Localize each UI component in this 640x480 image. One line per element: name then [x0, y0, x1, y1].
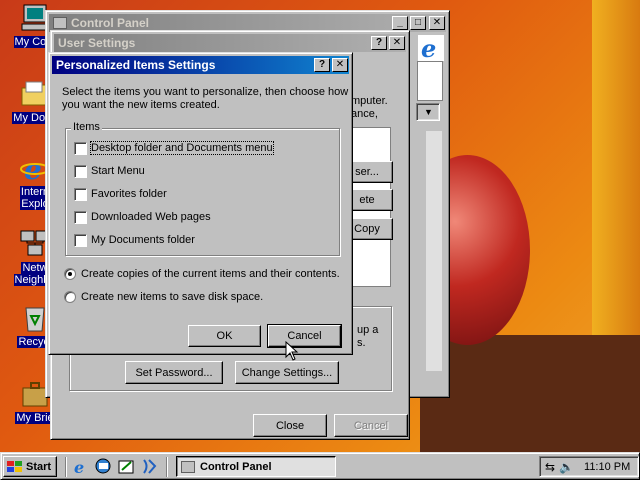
- change-settings-button[interactable]: Change Settings...: [235, 361, 339, 384]
- chevron-down-icon: ▼: [424, 107, 433, 117]
- start-label: Start: [26, 460, 52, 473]
- scrollbar[interactable]: [426, 131, 442, 371]
- checkbox-downloaded-web-pages[interactable]: [74, 211, 87, 224]
- user-settings-text: s.: [357, 337, 366, 349]
- quicklaunch-ie-icon[interactable]: e: [73, 458, 90, 477]
- button-label: ete: [359, 194, 375, 206]
- dropdown-arrow-button[interactable]: ▼: [416, 103, 440, 121]
- desktop-icon-label: My Brie: [15, 412, 55, 424]
- svg-text:e: e: [421, 35, 436, 61]
- user-settings-text: mputer.: [351, 95, 388, 107]
- tray-app-icon[interactable]: ⇆: [545, 460, 555, 474]
- help-button[interactable]: ?: [371, 36, 387, 50]
- dialog-title: Personalized Items Settings: [56, 58, 216, 72]
- cancel-button[interactable]: Cancel: [267, 324, 342, 348]
- close-icon: ✕: [392, 37, 402, 48]
- maximize-icon: □: [414, 17, 422, 28]
- minimize-button[interactable]: _: [392, 16, 408, 30]
- radio-create-copies[interactable]: [64, 268, 76, 280]
- dialog-instructions: Select the items you want to personalize…: [62, 86, 349, 98]
- close-icon: ✕: [432, 17, 442, 28]
- taskbar-button-label: Control Panel: [200, 460, 272, 473]
- close-icon: ✕: [335, 59, 345, 70]
- radio-label: Create copies of the current items and t…: [81, 268, 340, 280]
- items-group-label: Items: [71, 121, 102, 133]
- ie-logo-icon: e: [418, 34, 444, 63]
- help-button[interactable]: ?: [314, 58, 330, 72]
- control-panel-scroll-area: [417, 61, 443, 101]
- checkbox-my-documents-folder[interactable]: [74, 234, 87, 247]
- help-icon: ?: [318, 59, 326, 70]
- system-tray: ⇆ 🔈 11:10 PM: [539, 456, 639, 477]
- checkbox-desktop-folder[interactable]: [74, 142, 87, 155]
- checkbox-start-menu[interactable]: [74, 165, 87, 178]
- close-window-button[interactable]: ✕: [429, 16, 445, 30]
- taskbar-button-control-panel[interactable]: Control Panel: [176, 456, 336, 477]
- user-settings-text: ance,: [351, 108, 378, 120]
- user-settings-titlebar: User Settings ? ✕: [54, 34, 406, 52]
- taskbar-separator: [65, 457, 67, 477]
- quicklaunch-show-desktop-icon[interactable]: [118, 458, 135, 475]
- checkbox-label: Downloaded Web pages: [91, 211, 211, 223]
- taskbar-separator: [166, 457, 168, 477]
- button-label: Close: [275, 419, 305, 432]
- control-panel-title-icon: [53, 17, 67, 29]
- dialog-instructions: you want the new items created.: [62, 99, 220, 111]
- quicklaunch-channels-icon[interactable]: [141, 458, 158, 475]
- minimize-icon: _: [397, 17, 403, 28]
- button-label: Copy: [354, 223, 380, 235]
- ok-button[interactable]: OK: [188, 325, 261, 347]
- checkbox-label: Favorites folder: [91, 188, 167, 200]
- control-panel-title: Control Panel: [71, 16, 150, 30]
- radio-create-new-items[interactable]: [64, 291, 76, 303]
- user-settings-title: User Settings: [58, 36, 136, 50]
- maximize-button[interactable]: □: [410, 16, 426, 30]
- help-icon: ?: [375, 37, 383, 48]
- button-label: OK: [216, 330, 233, 342]
- svg-text:e: e: [74, 458, 84, 475]
- radio-label: Create new items to save disk space.: [81, 291, 264, 303]
- close-button[interactable]: Close: [253, 414, 327, 437]
- set-password-button[interactable]: Set Password...: [125, 361, 223, 384]
- personalized-items-dialog: Personalized Items Settings ? ✕ Select t…: [48, 52, 353, 355]
- button-label: Cancel: [353, 419, 389, 432]
- quicklaunch-outlook-icon[interactable]: [95, 458, 112, 475]
- clock[interactable]: 11:10 PM: [584, 461, 630, 473]
- svg-text:e: e: [24, 153, 42, 184]
- cancel-button[interactable]: Cancel: [334, 414, 408, 437]
- volume-icon[interactable]: 🔈: [559, 460, 574, 474]
- checkbox-label: My Documents folder: [91, 234, 195, 246]
- checkbox-label: Desktop folder and Documents menu: [90, 141, 274, 155]
- button-label: Set Password...: [135, 366, 213, 379]
- checkbox-label: Start Menu: [91, 165, 145, 177]
- user-settings-text: up a: [357, 324, 379, 336]
- mouse-cursor-icon: [285, 340, 299, 361]
- start-button[interactable]: Start: [3, 456, 57, 477]
- button-label: ser...: [355, 166, 379, 178]
- checkbox-favorites-folder[interactable]: [74, 188, 87, 201]
- close-window-button[interactable]: ✕: [332, 58, 348, 72]
- dialog-titlebar: Personalized Items Settings ? ✕: [52, 56, 349, 74]
- close-window-button[interactable]: ✕: [389, 36, 405, 50]
- wallpaper-floor: [420, 335, 640, 455]
- windows-logo-icon: [7, 460, 23, 473]
- control-panel-icon: [181, 460, 195, 473]
- taskbar: Start e Control Panel ⇆ 🔈 11:10 PM: [0, 452, 640, 480]
- button-label: Change Settings...: [241, 366, 333, 379]
